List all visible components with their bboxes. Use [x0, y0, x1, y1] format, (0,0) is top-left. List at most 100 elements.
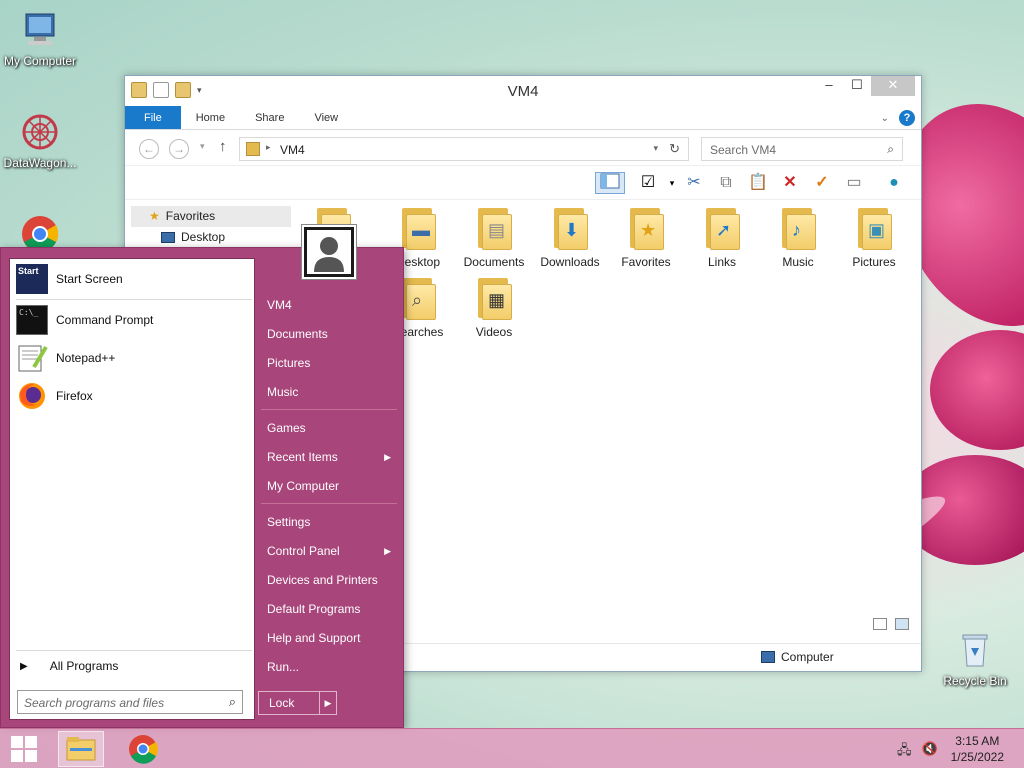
recycle-bin-icon	[955, 630, 995, 670]
desktop-icon-my-computer[interactable]: My Computer	[0, 10, 80, 68]
layout-pane-button[interactable]	[595, 172, 625, 194]
separator	[16, 299, 252, 300]
close-button[interactable]: ✕	[871, 76, 915, 96]
delete-icon[interactable]: ✕	[779, 172, 801, 194]
tab-share[interactable]: Share	[240, 106, 299, 129]
tab-file[interactable]: File	[125, 106, 181, 129]
start-item-pictures[interactable]: Pictures	[259, 350, 399, 376]
start-item-my-computer[interactable]: My Computer	[259, 473, 399, 499]
search-icon[interactable]: ⌕	[229, 694, 236, 710]
folder-label: Favorites	[621, 255, 671, 269]
taskbar-chrome[interactable]	[120, 731, 166, 767]
start-item-help-and-support[interactable]: Help and Support	[259, 625, 399, 651]
desktop-icon-label: My Computer	[3, 54, 77, 68]
start-item-recent-items[interactable]: Recent Items ▶	[259, 444, 399, 470]
folder-item-music[interactable]: ♪ Music	[760, 206, 836, 269]
refresh-icon[interactable]: ↻	[669, 141, 680, 157]
maximize-button[interactable]: ☐	[843, 76, 871, 96]
file-explorer-icon	[66, 737, 96, 761]
forward-button[interactable]: →	[169, 139, 189, 159]
folder-label: Videos	[475, 325, 513, 339]
pinned-command-prompt[interactable]: C:\_ Command Prompt	[16, 304, 153, 336]
start-item-devices-and-printers[interactable]: Devices and Printers	[259, 567, 399, 593]
nav-item-desktop[interactable]: Desktop	[131, 227, 291, 248]
rename-icon[interactable]: ▭	[843, 172, 865, 194]
user-avatar[interactable]	[302, 225, 356, 279]
minimize-button[interactable]: –	[815, 76, 843, 96]
pinned-firefox[interactable]: Firefox	[16, 380, 93, 412]
start-search-input[interactable]: Search programs and files ⌕	[17, 690, 243, 714]
pinned-label: Firefox	[56, 389, 93, 403]
large-icons-view-icon[interactable]	[895, 618, 909, 630]
paste-icon[interactable]: 📋	[747, 172, 769, 194]
network-icon[interactable]: ●	[883, 172, 905, 194]
folder-item-videos[interactable]: ▦ Videos	[456, 276, 532, 339]
recent-locations-icon[interactable]: ▾	[200, 141, 205, 152]
address-bar[interactable]: ▸ VM4 ▾ ↻	[239, 137, 689, 161]
triangle-right-icon: ▶	[384, 452, 391, 462]
details-view-icon[interactable]	[873, 618, 887, 630]
folder-item-downloads[interactable]: ⬇ Downloads	[532, 206, 608, 269]
address-dropdown-icon[interactable]: ▾	[653, 143, 658, 154]
search-placeholder: Search VM4	[710, 143, 777, 157]
pinned-notepadpp[interactable]: Notepad++	[16, 342, 115, 374]
search-placeholder: Search programs and files	[24, 696, 165, 710]
nav-item-favorites[interactable]: ★ Favorites	[131, 206, 291, 227]
navigation-pane: ★ Favorites Desktop	[131, 206, 291, 248]
pinned-label: Start Screen	[56, 272, 123, 286]
nav-item-label: Favorites	[165, 209, 216, 223]
datawagon-icon	[20, 112, 60, 152]
chevron-down-icon[interactable]: ▾	[661, 172, 683, 194]
all-programs-button[interactable]: ▶ All Programs	[20, 659, 118, 673]
help-icon[interactable]: ?	[899, 110, 915, 126]
computer-icon	[761, 651, 775, 663]
checkmark-icon[interactable]: ✓	[811, 172, 833, 194]
pinned-label: Notepad++	[56, 351, 116, 365]
start-item-games[interactable]: Games	[259, 415, 399, 441]
search-icon[interactable]: ⌕	[887, 142, 894, 157]
start-item-documents[interactable]: Documents	[259, 321, 399, 347]
start-menu-programs-pane: Start Start Screen C:\_ Command Prompt N…	[9, 258, 255, 720]
expand-ribbon-icon[interactable]: ⌄	[881, 113, 889, 124]
windows-logo-icon	[11, 736, 37, 762]
start-item-control-panel[interactable]: Control Panel ▶	[259, 538, 399, 564]
start-item-settings[interactable]: Settings	[259, 509, 399, 535]
up-button[interactable]: ↑	[219, 138, 227, 155]
lock-button[interactable]: Lock	[258, 691, 320, 715]
desktop-icon-datawagon[interactable]: DataWagon...	[0, 112, 80, 170]
start-item-vm4[interactable]: VM4	[259, 292, 399, 318]
folder-item-links[interactable]: ➚ Links	[684, 206, 760, 269]
folder-label: Documents	[463, 255, 525, 269]
taskbar-file-explorer[interactable]	[58, 731, 104, 767]
start-item-music[interactable]: Music	[259, 379, 399, 405]
tab-view[interactable]: View	[299, 106, 353, 129]
breadcrumb-chevron-icon[interactable]: ▸	[266, 142, 271, 153]
favorites-folder-icon: ★	[626, 206, 666, 250]
folder-item-documents[interactable]: ▤ Documents	[456, 206, 532, 269]
shutdown-options-button[interactable]: ▶	[319, 691, 337, 715]
separator	[261, 409, 397, 410]
title-bar[interactable]: ▾ VM4 – ☐ ✕	[125, 76, 921, 106]
volume-muted-icon[interactable]: 🔇	[922, 741, 938, 763]
copy-icon[interactable]: ⧉	[715, 172, 737, 194]
desktop-icon-recycle-bin[interactable]: Recycle Bin	[935, 630, 1015, 688]
tab-home[interactable]: Home	[181, 106, 240, 129]
folder-item-pictures[interactable]: ▣ Pictures	[836, 206, 912, 269]
search-box[interactable]: Search VM4 ⌕	[701, 137, 903, 161]
wallpaper-petal	[930, 330, 1024, 450]
navigation-bar: ← → ▾ ↑ ▸ VM4 ▾ ↻ Search VM4 ⌕	[125, 130, 921, 166]
cut-icon[interactable]: ✂	[683, 172, 705, 194]
network-icon[interactable]: 🖧	[897, 741, 912, 763]
desktop-folder-icon: ▬	[398, 206, 438, 250]
folder-item-favorites[interactable]: ★ Favorites	[608, 206, 684, 269]
nav-item-label: Desktop	[181, 230, 226, 244]
address-text: VM4	[280, 143, 305, 157]
start-item-default-programs[interactable]: Default Programs	[259, 596, 399, 622]
start-button[interactable]	[0, 729, 48, 768]
checklist-icon[interactable]: ☑	[637, 172, 659, 194]
ribbon-tabs: File Home Share View ⌄ ?	[125, 106, 921, 130]
start-item-run[interactable]: Run...	[259, 654, 399, 680]
back-button[interactable]: ←	[139, 139, 159, 159]
pinned-start-screen[interactable]: Start Start Screen	[16, 263, 123, 295]
clock[interactable]: 3:15 AM 1/25/2022	[951, 733, 1004, 765]
